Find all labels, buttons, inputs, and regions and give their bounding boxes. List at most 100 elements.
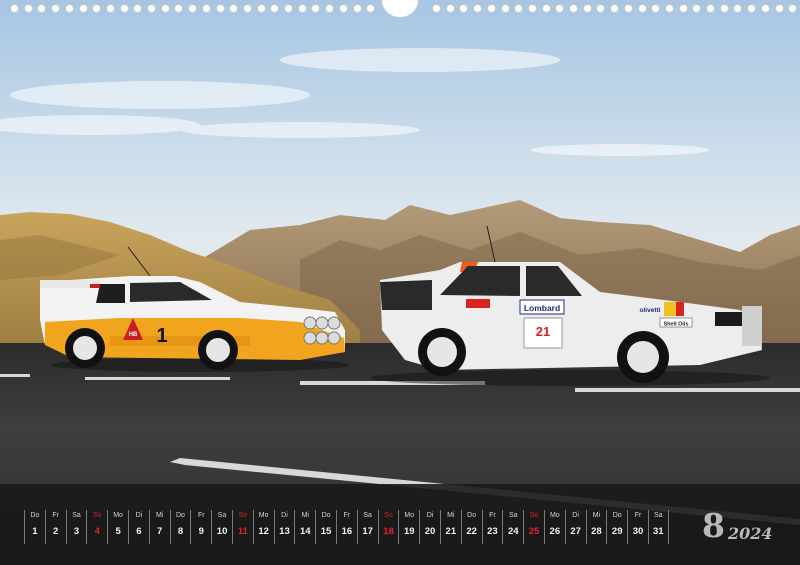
month-number: 8	[702, 506, 725, 545]
day-cell: Sa 3	[65, 510, 87, 544]
day-name: Fr	[197, 512, 205, 519]
day-name: Fr	[489, 512, 496, 519]
day-name: Mi	[155, 512, 164, 519]
day-name: Sa	[72, 512, 81, 519]
day-name: Do	[612, 512, 622, 519]
left-car-number: 1	[156, 325, 167, 347]
binding-hole	[459, 4, 469, 13]
binding-hole	[229, 4, 239, 13]
day-grid: Do 1 Fr 2 Sa 3 So 4 Mo 5 Di 6 Mi 7 Do 8 Fr 9 Sa 10 So 11 Mo 12 D…	[24, 510, 669, 544]
day-number: 30	[632, 526, 644, 537]
day-cell: Mo 19	[398, 510, 419, 544]
left-car-plate: HB	[129, 332, 138, 338]
binding-hole	[445, 4, 455, 13]
binding-hole	[582, 4, 592, 13]
day-cell: Sa 10	[211, 510, 232, 544]
binding-hole	[527, 4, 537, 13]
binding-hole	[51, 4, 61, 13]
binding-hole	[160, 4, 170, 13]
right-car-sponsor: Lombard	[524, 303, 560, 313]
day-name: Fr	[52, 512, 59, 519]
day-number: 17	[362, 526, 373, 537]
binding-hole	[555, 4, 565, 13]
binding-hole	[256, 4, 266, 13]
day-cell: So 4	[86, 510, 107, 544]
binding-hole	[242, 4, 252, 13]
day-name: So	[384, 512, 393, 519]
binding-hole	[78, 4, 88, 13]
right-car-sponsor3: olivetti	[640, 307, 661, 314]
binding-hole	[569, 4, 578, 13]
day-number: 15	[320, 526, 332, 537]
day-cell: Di 27	[564, 510, 586, 544]
binding-hole	[284, 4, 293, 13]
binding-hole	[352, 4, 362, 13]
year-label: 2024	[728, 524, 773, 543]
day-number: 27	[570, 526, 581, 537]
day-name: So	[529, 512, 539, 519]
day-name: Di	[135, 512, 143, 519]
day-cell: So 11	[231, 510, 253, 544]
binding-hole	[760, 4, 770, 13]
day-number: 1	[32, 526, 38, 537]
binding-hole	[215, 4, 225, 13]
binding-hole	[788, 4, 798, 13]
binding-hole	[188, 4, 198, 13]
binding-hole	[147, 4, 156, 13]
binding-hole	[651, 4, 661, 13]
day-number: 18	[383, 526, 394, 537]
binding-hole	[37, 4, 47, 13]
right-car-number: 21	[536, 324, 550, 339]
binding-hole	[105, 4, 115, 13]
day-number: 14	[299, 526, 311, 537]
binding-hole	[201, 4, 211, 13]
day-cell: Mi 14	[294, 510, 315, 544]
day-cell: Fr 16	[335, 510, 357, 544]
day-name: Mi	[447, 512, 455, 519]
right-car-sponsor2: Shell Oils	[663, 322, 688, 328]
calendar-page: HB 1 Lombard 21 olivetti Shell Oils Do 1…	[0, 0, 800, 565]
day-name: Sa	[508, 512, 518, 519]
day-name: Di	[426, 512, 434, 519]
binding-hole	[270, 4, 280, 13]
binding-hole	[706, 4, 715, 13]
binding-hole	[338, 4, 348, 13]
day-name: So	[238, 512, 248, 519]
binding-hole	[637, 4, 647, 13]
binding-hole	[719, 4, 729, 13]
binding-hole	[692, 4, 702, 13]
day-number: 13	[279, 526, 290, 537]
day-cell: Mi 21	[439, 510, 461, 544]
day-number: 6	[136, 526, 142, 537]
binding-hole	[325, 4, 335, 13]
binding-hole	[610, 4, 620, 13]
day-name: Fr	[634, 512, 642, 519]
day-number: 10	[216, 526, 228, 537]
binding-hole	[664, 4, 674, 13]
binding-hole	[747, 4, 757, 13]
day-name: Mi	[301, 512, 309, 519]
binding-hole	[774, 4, 784, 13]
day-number: 7	[157, 526, 163, 537]
day-number: 24	[507, 526, 519, 537]
binding-hole	[23, 4, 33, 13]
day-name: Fr	[343, 512, 351, 519]
binding-hole	[311, 4, 321, 13]
rally-cars-photo: HB 1 Lombard 21 olivetti Shell Oils	[0, 0, 800, 565]
day-number: 29	[611, 526, 623, 537]
binding-hole	[473, 4, 483, 13]
day-cell: Do 1	[24, 510, 45, 544]
day-cell: Fr 30	[627, 510, 648, 544]
day-number: 21	[445, 526, 457, 537]
day-number: 22	[466, 526, 477, 537]
day-cell: So 25	[523, 510, 544, 544]
day-cell: So 18	[377, 510, 399, 544]
day-name: Mi	[592, 512, 601, 519]
binding-hole	[366, 4, 376, 13]
day-number: 2	[53, 526, 59, 537]
day-cell: Fr 9	[190, 510, 211, 544]
binding-hole	[174, 4, 184, 13]
day-cell: Mo 26	[543, 510, 565, 544]
day-number: 20	[424, 526, 436, 537]
day-number: 9	[198, 526, 204, 537]
